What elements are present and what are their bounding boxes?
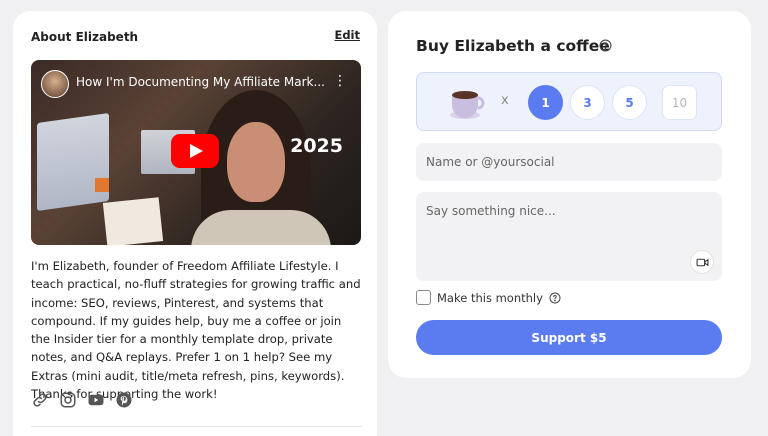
coffee-card: Buy Elizabeth a coffee x 1 3 5 10 Make t…	[388, 11, 751, 378]
video-scene-face	[227, 122, 285, 202]
name-input[interactable]	[416, 143, 722, 181]
times-sign: x	[501, 93, 509, 108]
video-message-button[interactable]	[690, 250, 714, 274]
edit-link[interactable]: Edit	[334, 28, 360, 42]
youtube-icon[interactable]	[87, 391, 105, 409]
monthly-label: Make this monthly	[437, 290, 543, 305]
coffee-title: Buy Elizabeth a coffee	[416, 37, 610, 55]
quantity-option-5[interactable]: 5	[612, 85, 647, 120]
video-scene-monitor	[37, 112, 109, 212]
message-input[interactable]	[416, 192, 722, 281]
pinterest-icon[interactable]	[115, 391, 133, 409]
social-links	[31, 391, 133, 409]
monthly-help-icon[interactable]	[549, 292, 561, 304]
channel-avatar[interactable]	[41, 70, 69, 98]
quantity-option-1[interactable]: 1	[528, 85, 563, 120]
about-card: About Elizabeth Edit How I'm Documenting…	[13, 11, 377, 436]
about-title: About Elizabeth	[31, 30, 139, 44]
video-scene-object	[95, 178, 109, 192]
play-button-icon[interactable]	[171, 134, 219, 168]
monthly-checkbox[interactable]	[416, 290, 431, 305]
video-scene-shirt	[191, 210, 331, 245]
quantity-selector: x 1 3 5 10	[416, 72, 722, 131]
video-embed[interactable]: How I'm Documenting My Affiliate Mark...…	[31, 60, 361, 245]
custom-quantity-input[interactable]: 10	[662, 85, 697, 120]
instagram-icon[interactable]	[59, 391, 77, 409]
video-camera-icon	[696, 258, 708, 266]
link-icon[interactable]	[31, 391, 49, 409]
quantity-option-3[interactable]: 3	[570, 85, 605, 120]
support-button[interactable]: Support $5	[416, 320, 722, 355]
bio-text: I'm Elizabeth, founder of Freedom Affili…	[31, 259, 361, 402]
video-year-overlay: 2025	[290, 135, 343, 157]
video-title[interactable]: How I'm Documenting My Affiliate Mark...	[76, 75, 326, 89]
coffee-cup-icon	[450, 91, 485, 119]
video-scene-notebook	[102, 197, 164, 245]
more-options-icon[interactable]: ⋮	[333, 73, 347, 89]
divider	[31, 426, 362, 427]
help-icon[interactable]	[599, 39, 612, 52]
monthly-option: Make this monthly	[416, 290, 561, 305]
